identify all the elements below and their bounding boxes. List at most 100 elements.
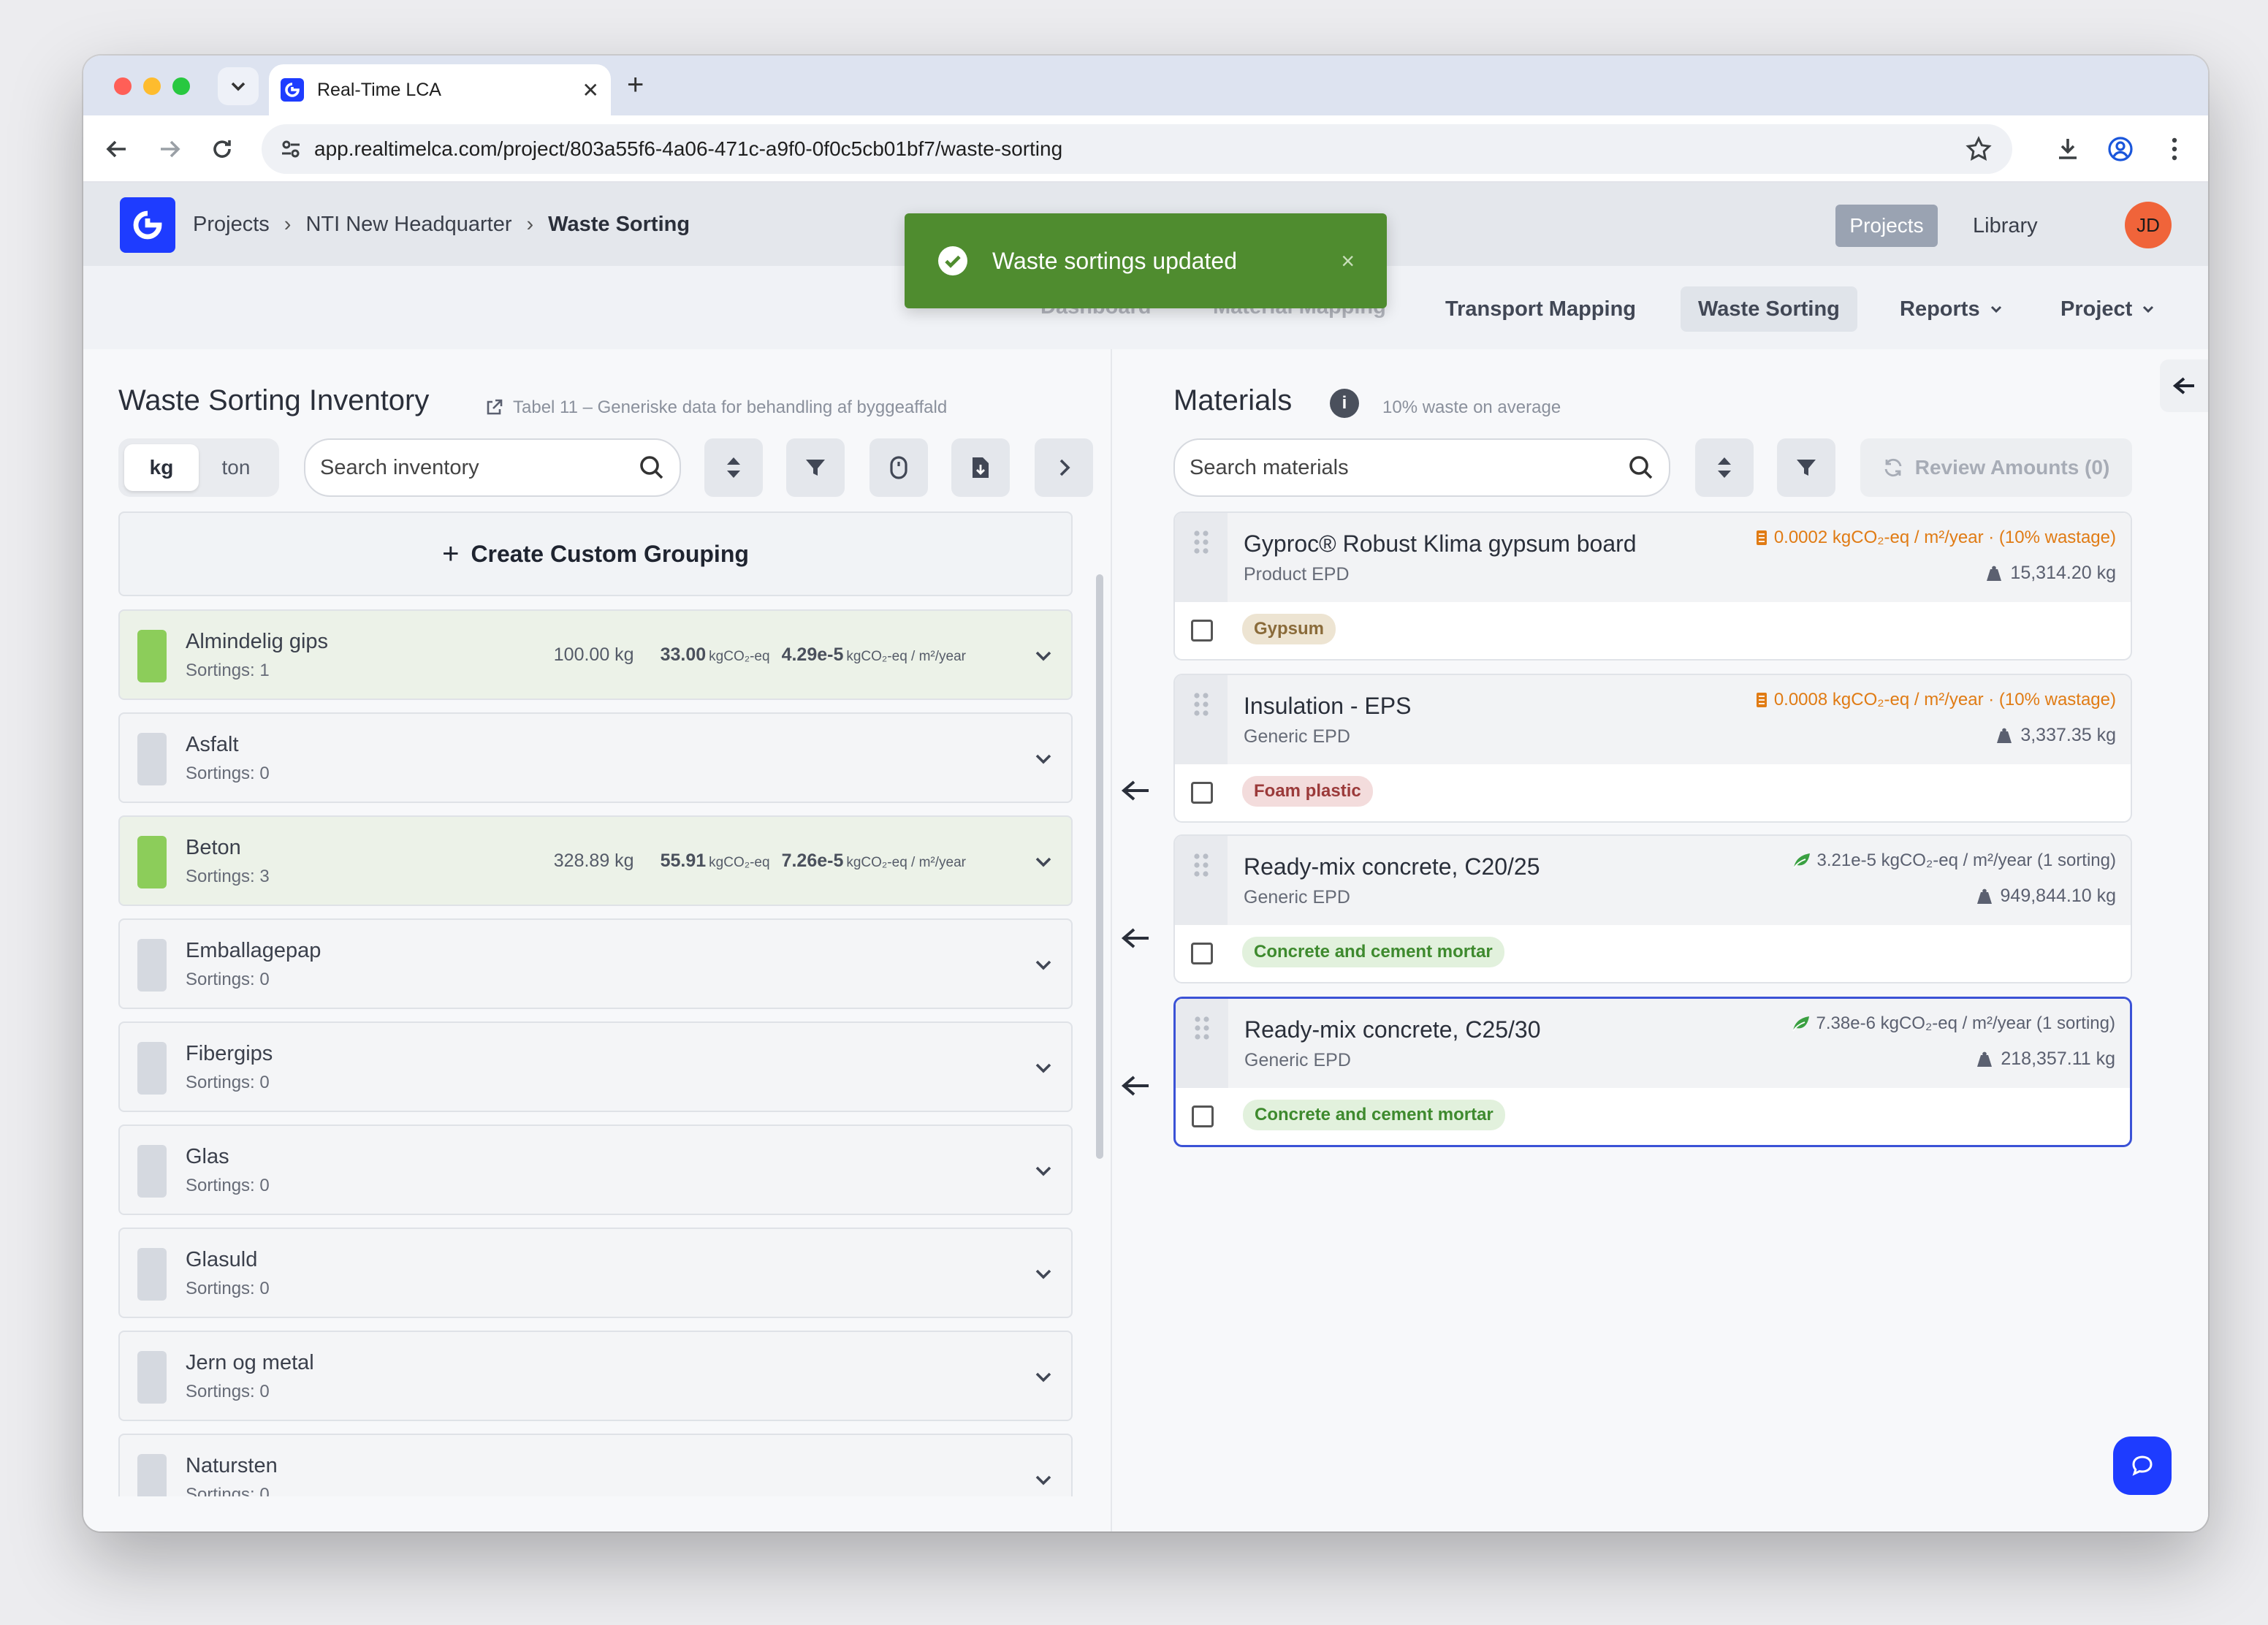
material-weight: 218,357.11 kg (1976, 1049, 2115, 1070)
group-name: Glasuld (186, 1248, 258, 1271)
inventory-group-row[interactable]: Jern og metal Sortings: 0 (118, 1331, 1073, 1421)
expand-panel-button[interactable] (1035, 438, 1093, 497)
drag-handle[interactable] (1175, 513, 1228, 602)
zoom-window-button[interactable] (172, 77, 190, 95)
material-card-footer: Concrete and cement mortar (1176, 1088, 2130, 1145)
leaf-icon (1792, 853, 1810, 869)
site-settings-icon[interactable] (279, 137, 302, 161)
group-color-swatch (137, 1351, 167, 1404)
group-rate: 4.29e-5 (781, 644, 844, 665)
app-logo[interactable] (120, 197, 175, 253)
avatar[interactable]: JD (2125, 202, 2172, 248)
sort-button[interactable] (704, 438, 763, 497)
tab-project[interactable]: Project (2043, 286, 2173, 332)
browser-menu-button[interactable] (2158, 133, 2191, 165)
chat-button[interactable] (2113, 1436, 2172, 1495)
tab-waste-sorting[interactable]: Waste Sorting (1681, 286, 1857, 332)
material-checkbox[interactable] (1191, 620, 1213, 642)
reload-button[interactable] (206, 133, 238, 165)
material-checkbox[interactable] (1191, 943, 1213, 964)
inventory-group-row[interactable]: Glas Sortings: 0 (118, 1124, 1073, 1215)
material-card[interactable]: Ready-mix concrete, C20/25 Generic EPD 3.2… (1173, 834, 2132, 983)
review-amounts-button[interactable]: Review Amounts (0) (1860, 438, 2132, 497)
tab-reports[interactable]: Reports (1882, 286, 2021, 332)
material-co2-text: 0.0008 kgCO₂-eq / m²/year · (10% wastage… (1773, 690, 2116, 709)
expand-group-button[interactable] (1033, 1366, 1054, 1393)
download-button[interactable] (2052, 133, 2084, 165)
materials-subtitle: 10% waste on average (1382, 397, 1561, 417)
inventory-group-row[interactable]: Emballagepap Sortings: 0 (118, 918, 1073, 1009)
url-text: app.realtimelca.com/project/803a55f6-4a0… (314, 137, 1063, 160)
expand-group-button[interactable] (1033, 1160, 1054, 1187)
new-tab-button[interactable]: + (627, 69, 644, 101)
unit-toggle: kg ton (118, 438, 279, 497)
expand-group-button[interactable] (1033, 954, 1054, 981)
browser-tab[interactable]: Real-Time LCA ✕ (269, 64, 611, 115)
search-icon (1629, 456, 1653, 479)
library-nav-link[interactable]: Library (1973, 205, 2038, 247)
profile-button[interactable] (2104, 133, 2136, 165)
close-window-button[interactable] (114, 77, 132, 95)
back-button[interactable] (101, 133, 133, 165)
material-card-header: Gyproc® Robust Klima gypsum board Product… (1175, 513, 2131, 602)
material-co2: 3.21e-5 kgCO₂-eq / m²/year (1 sorting) (1792, 850, 2116, 871)
assign-arrow-button[interactable] (1118, 1068, 1153, 1103)
materials-filter-button[interactable] (1777, 438, 1835, 497)
search-inventory-input[interactable]: Search inventory (304, 438, 681, 497)
material-card-footer: Foam plastic (1175, 764, 2131, 821)
material-checkbox[interactable] (1192, 1105, 1214, 1127)
toast-close-icon[interactable]: × (1341, 248, 1355, 275)
chevron-down-icon (1035, 754, 1051, 764)
inventory-group-row[interactable]: Glasuld Sortings: 0 (118, 1228, 1073, 1318)
url-field[interactable]: app.realtimelca.com/project/803a55f6-4a0… (262, 124, 2012, 174)
expand-group-button[interactable] (1033, 1263, 1054, 1290)
chevron-down-icon (1035, 1063, 1051, 1073)
drag-handle[interactable] (1175, 836, 1228, 925)
address-bar-row: app.realtimelca.com/project/803a55f6-4a0… (83, 115, 2208, 183)
bookmark-star-icon[interactable] (1966, 136, 1992, 162)
expand-group-button[interactable] (1033, 1469, 1054, 1496)
minimize-window-button[interactable] (143, 77, 161, 95)
inventory-group-row[interactable]: Beton Sortings: 3 328.89 kg 55.91 kgCO₂-eq 7.… (118, 815, 1073, 906)
close-tab-icon[interactable]: ✕ (582, 78, 599, 102)
unit-kg-option[interactable]: kg (124, 444, 199, 491)
weight-icon (1976, 888, 1992, 904)
material-checkbox[interactable] (1191, 782, 1213, 804)
forward-button[interactable] (153, 133, 186, 165)
inventory-group-row[interactable]: Fibergips Sortings: 0 (118, 1021, 1073, 1112)
expand-group-button[interactable] (1033, 1057, 1054, 1084)
expand-group-button[interactable] (1033, 644, 1054, 671)
mouse-button[interactable] (869, 438, 928, 497)
material-card[interactable]: Gyproc® Robust Klima gypsum board Product… (1173, 511, 2132, 661)
breadcrumb-project[interactable]: NTI New Headquarter (305, 213, 511, 237)
drag-handle[interactable] (1175, 675, 1228, 764)
inventory-group-row[interactable]: Natursten Sortings: 0 (118, 1434, 1073, 1496)
filter-icon (806, 460, 825, 476)
export-button[interactable] (951, 438, 1010, 497)
collapse-panel-button[interactable] (2160, 359, 2208, 412)
projects-nav-button[interactable]: Projects (1835, 205, 1938, 247)
tab-transport-mapping[interactable]: Transport Mapping (1428, 286, 1654, 332)
tab-search-button[interactable] (218, 67, 259, 105)
inventory-source-link[interactable]: Tabel 11 – Generiske data for behandling… (485, 397, 947, 418)
material-card[interactable]: Ready-mix concrete, C25/30 Generic EPD 7.3… (1173, 997, 2132, 1147)
inventory-scrollbar[interactable] (1096, 574, 1103, 1159)
assign-arrow-button[interactable] (1118, 921, 1153, 956)
create-custom-grouping-button[interactable]: + Create Custom Grouping (118, 511, 1073, 596)
unit-ton-option[interactable]: ton (199, 444, 273, 491)
filter-button[interactable] (786, 438, 845, 497)
material-weight: 15,314.20 kg (1985, 563, 2116, 584)
drag-handle[interactable] (1176, 999, 1228, 1088)
group-name: Asfalt (186, 733, 239, 756)
inventory-group-row[interactable]: Almindelig gips Sortings: 1 100.00 kg 33.00… (118, 609, 1073, 700)
material-card[interactable]: Insulation - EPS Generic EPD 0.0008 kgCO₂-… (1173, 674, 2132, 823)
materials-sort-button[interactable] (1695, 438, 1754, 497)
assign-arrow-button[interactable] (1118, 773, 1153, 808)
expand-group-button[interactable] (1033, 747, 1054, 775)
search-materials-input[interactable]: Search materials (1173, 438, 1670, 497)
info-icon[interactable]: i (1330, 389, 1359, 418)
inventory-list[interactable]: + Create Custom Grouping Almindelig gips… (118, 511, 1073, 1496)
breadcrumb-projects[interactable]: Projects (193, 213, 270, 237)
inventory-group-row[interactable]: Asfalt Sortings: 0 (118, 712, 1073, 803)
expand-group-button[interactable] (1033, 850, 1054, 878)
